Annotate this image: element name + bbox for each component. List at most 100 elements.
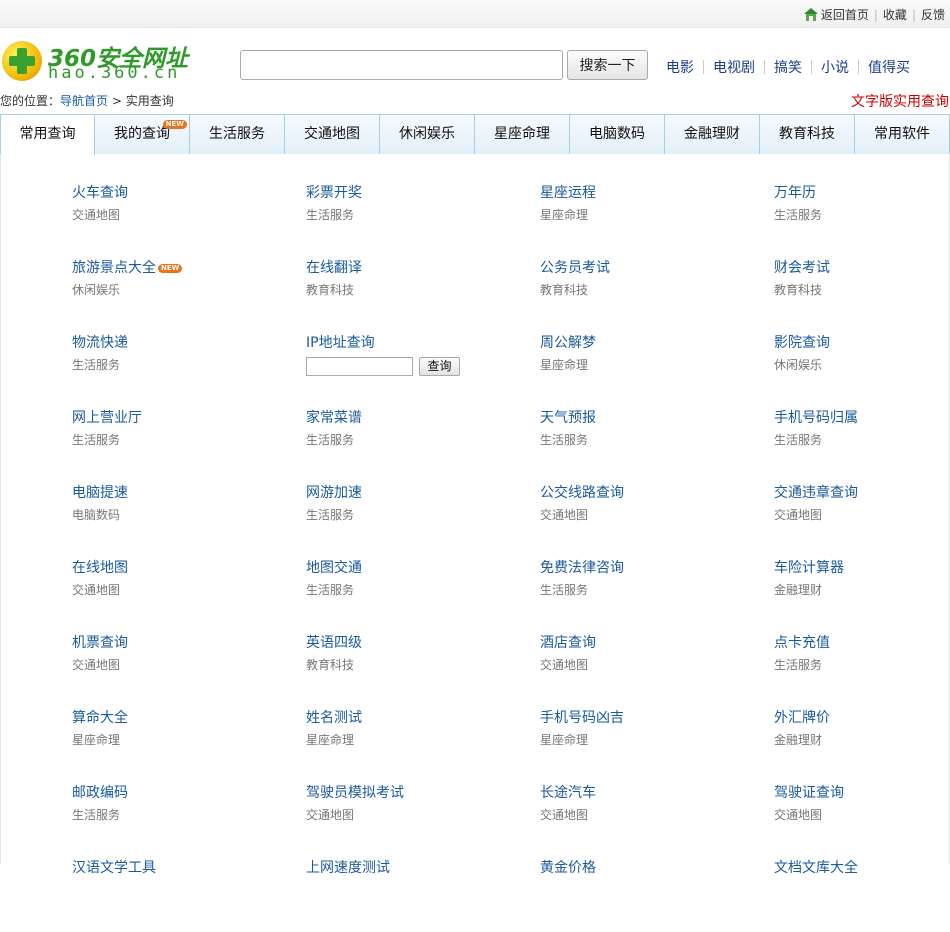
query-link[interactable]: 在线地图 (72, 557, 128, 577)
hot-link-novel[interactable]: 小说 (821, 57, 849, 77)
query-item: 公交线路查询 交通地图 (540, 482, 774, 557)
query-link[interactable]: 邮政编码 (72, 782, 128, 802)
query-link[interactable]: 驾驶证查询 (774, 782, 844, 802)
hot-link-movie[interactable]: 电影 (666, 57, 694, 77)
favorite-link[interactable]: 收藏 (883, 6, 907, 23)
tab-label: 常用软件 (874, 126, 930, 142)
tab-education[interactable]: 教育科技 (760, 114, 855, 154)
query-link[interactable]: 驾驶员模拟考试 (306, 782, 404, 802)
ip-query-button[interactable]: 查询 (419, 357, 460, 376)
query-item: 手机号码归属生活服务 (774, 407, 944, 482)
search-button[interactable]: 搜索一下 (567, 50, 648, 80)
query-link[interactable]: 黄金价格 (540, 857, 596, 877)
query-link[interactable]: 彩票开奖 (306, 182, 362, 202)
ip-query-form: 查询 (306, 357, 540, 376)
query-item: 火车查询 交通地图 (72, 182, 306, 257)
query-link[interactable]: 英语四级 (306, 632, 362, 652)
query-link[interactable]: 免费法律咨询 (540, 557, 624, 577)
query-link[interactable]: 家常菜谱 (306, 407, 362, 427)
query-link[interactable]: 算命大全 (72, 707, 128, 727)
query-link[interactable]: IP地址查询 (306, 332, 375, 352)
hot-link-deals[interactable]: 值得买 (868, 57, 910, 77)
query-link[interactable]: 姓名测试 (306, 707, 362, 727)
tab-software[interactable]: 常用软件 (855, 114, 950, 154)
query-item: 免费法律咨询 生活服务 (540, 557, 774, 632)
query-category: 星座命理 (306, 733, 355, 747)
query-item: 酒店查询 交通地图 (540, 632, 774, 707)
tab-my-query[interactable]: 我的查询 NEW (95, 114, 190, 154)
query-link[interactable]: 汉语文学工具 (72, 857, 156, 877)
breadcrumb-separator: > (108, 94, 126, 108)
hot-link-funny[interactable]: 搞笑 (774, 57, 802, 77)
text-version-link[interactable]: 文字版实用查询 (851, 91, 949, 111)
feedback-link[interactable]: 反馈 (921, 6, 945, 23)
hot-link-tv[interactable]: 电视剧 (713, 57, 755, 77)
query-category: 星座命理 (72, 733, 121, 747)
back-home-link[interactable]: 返回首页 (821, 6, 869, 23)
query-item: 姓名测试 星座命理 (306, 707, 540, 782)
query-link[interactable]: 点卡充值 (774, 632, 830, 652)
search-input[interactable] (240, 50, 563, 80)
query-item: 机票查询 交通地图 (72, 632, 306, 707)
query-link[interactable]: 万年历 (774, 182, 816, 202)
breadcrumb: 您的位置：导航首页 > 实用查询 (0, 92, 174, 109)
breadcrumb-home-link[interactable]: 导航首页 (60, 94, 108, 108)
query-link[interactable]: 旅游景点大全 (72, 257, 156, 277)
query-category: 生活服务 (774, 433, 823, 447)
site-logo[interactable]: 360安全网址 hao.360.cn (0, 38, 190, 88)
tab-horoscope[interactable]: 星座命理 (475, 114, 570, 154)
query-link[interactable]: 交通违章查询 (774, 482, 858, 502)
query-link[interactable]: 网上营业厅 (72, 407, 142, 427)
tab-finance[interactable]: 金融理财 (665, 114, 760, 154)
query-item: 在线地图 交通地图 (72, 557, 306, 632)
query-link[interactable]: 酒店查询 (540, 632, 596, 652)
query-item: 物流快递 生活服务 (72, 332, 306, 407)
query-link[interactable]: 电脑提速 (72, 482, 128, 502)
query-link[interactable]: 网游加速 (306, 482, 362, 502)
query-link[interactable]: 外汇牌价 (774, 707, 830, 727)
divider (703, 60, 704, 74)
query-link[interactable]: 长途汽车 (540, 782, 596, 802)
query-item: 彩票开奖 生活服务 (306, 182, 540, 257)
query-category: 交通地图 (72, 658, 121, 672)
query-category: 交通地图 (540, 808, 589, 822)
query-category: 交通地图 (306, 808, 355, 822)
query-link[interactable]: 在线翻译 (306, 257, 362, 277)
tab-leisure[interactable]: 休闲娱乐 (380, 114, 475, 154)
query-link[interactable]: 车险计算器 (774, 557, 844, 577)
query-category: 教育科技 (306, 658, 355, 672)
query-link[interactable]: 物流快递 (72, 332, 128, 352)
tab-common-query[interactable]: 常用查询 (0, 114, 95, 155)
query-link[interactable]: 财会考试 (774, 257, 830, 277)
divider (764, 60, 765, 74)
divider (811, 60, 812, 74)
tab-traffic-maps[interactable]: 交通地图 (285, 114, 380, 154)
query-link[interactable]: 影院查询 (774, 332, 830, 352)
ip-address-input[interactable] (306, 357, 413, 376)
query-item: 网游加速 生活服务 (306, 482, 540, 557)
query-link[interactable]: 天气预报 (540, 407, 596, 427)
query-link[interactable]: 上网速度测试 (306, 857, 390, 877)
query-item: 电脑提速 电脑数码 (72, 482, 306, 557)
query-category: 星座命理 (540, 733, 589, 747)
query-link[interactable]: 机票查询 (72, 632, 128, 652)
tab-computer-digital[interactable]: 电脑数码 (570, 114, 665, 154)
query-category: 休闲娱乐 (72, 283, 121, 297)
query-category: 生活服务 (540, 433, 589, 447)
query-item: 在线翻译 教育科技 (306, 257, 540, 332)
query-link[interactable]: 手机号码归属 (774, 407, 858, 427)
query-link[interactable]: 公交线路查询 (540, 482, 624, 502)
tab-life-services[interactable]: 生活服务 (190, 114, 285, 154)
query-link[interactable]: 手机号码凶吉 (540, 707, 624, 727)
query-link[interactable]: 地图交通 (306, 557, 362, 577)
tab-label: 星座命理 (494, 126, 550, 142)
query-item: 车险计算器 金融理财 (774, 557, 944, 632)
query-item: 星座运程 星座命理 (540, 182, 774, 257)
query-link[interactable]: 星座运程 (540, 182, 596, 202)
top-utility-bar: 返回首页 | 收藏 | 反馈 (0, 0, 950, 28)
query-link[interactable]: 火车查询 (72, 182, 128, 202)
query-link[interactable]: 文档文库大全 (774, 857, 858, 877)
query-item: 地图交通 生活服务 (306, 557, 540, 632)
query-link[interactable]: 公务员考试 (540, 257, 610, 277)
query-link[interactable]: 周公解梦 (540, 332, 596, 352)
